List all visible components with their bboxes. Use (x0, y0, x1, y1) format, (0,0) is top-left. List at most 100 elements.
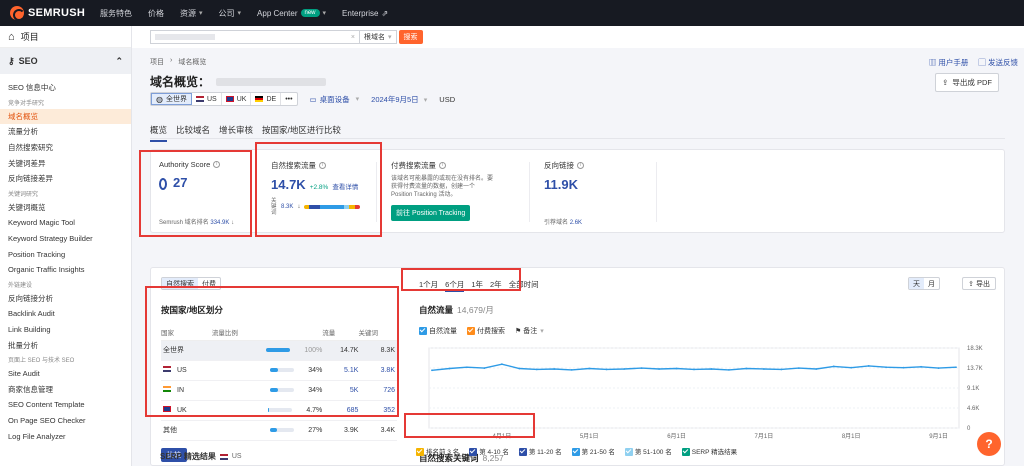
top-nav-item[interactable]: Enterprise ⇗ (342, 9, 388, 18)
sidebar-item[interactable]: Site Audit (0, 366, 131, 382)
sidebar-item[interactable]: Link Building (0, 322, 131, 338)
legend-item[interactable]: 第 11-20 名 (518, 446, 562, 457)
data-point[interactable] (466, 366, 468, 369)
sidebar-item[interactable]: 商家信息管理 (0, 382, 131, 398)
range-option[interactable]: 1个月 (419, 279, 438, 292)
device-select[interactable]: ▭ 桌面设备 ▾ (310, 94, 360, 105)
sidebar-item[interactable]: 反向链接差异 (0, 171, 131, 187)
go-position-tracking-button[interactable]: 前往 Position Tracking (391, 205, 471, 221)
data-point[interactable] (431, 369, 433, 372)
kpi-authority[interactable]: Authority Score i 27 Semrush 域名排名 334.9K … (151, 150, 256, 234)
range-option[interactable]: 2年 (490, 279, 502, 292)
data-point[interactable] (623, 368, 626, 370)
scope-select[interactable]: 根域名 ▾ (360, 30, 397, 44)
search-button[interactable]: 搜索 (398, 30, 423, 44)
legend-item[interactable]: ⚑ 备注 ▾ (515, 326, 544, 336)
view-details-link[interactable]: 查看详情 (332, 184, 358, 191)
sidebar-item[interactable]: On Page SEO Checker (0, 413, 131, 429)
sidebar-item[interactable]: 域名概览 (0, 108, 131, 125)
granularity-option[interactable]: 月 (924, 278, 939, 289)
keywords-cell[interactable]: 726 (358, 380, 397, 401)
sidebar-item[interactable]: Keyword Magic Tool (0, 215, 131, 231)
sidebar-seo-section[interactable]: ⚷ SEO ⌃ (0, 48, 131, 74)
data-point[interactable] (762, 368, 765, 370)
breadcrumb-projects[interactable]: 项目 (150, 57, 164, 67)
top-nav-item[interactable]: 价格 (148, 8, 164, 19)
range-option[interactable]: 全部时间 (509, 279, 539, 292)
top-nav-item[interactable]: 服务特色 (100, 8, 132, 19)
tab-item[interactable]: 按国家/地区进行比较 (262, 124, 341, 142)
traffic-cell[interactable]: 685 (322, 400, 359, 421)
tab-item[interactable]: 比较域名 (176, 124, 210, 142)
sidebar-item[interactable]: Keyword Strategy Builder (0, 231, 131, 247)
data-point[interactable] (483, 367, 486, 370)
range-option[interactable]: 1年 (471, 279, 483, 292)
data-point[interactable] (955, 366, 957, 369)
export-button[interactable]: ⇪ 导出 (962, 277, 996, 290)
data-point[interactable] (553, 368, 556, 370)
clear-icon[interactable]: × (351, 34, 355, 41)
sidebar-item[interactable]: 批量分析 (0, 337, 131, 353)
data-point[interactable] (675, 367, 678, 370)
table-row[interactable]: 全世界 100% 14.7K 8.3K (161, 340, 397, 361)
date-select[interactable]: 2024年9月5日 ▾ (371, 94, 427, 105)
data-point[interactable] (640, 367, 643, 370)
data-point[interactable] (570, 368, 573, 371)
domain-search-input[interactable]: × (150, 30, 360, 44)
feedback-link[interactable]: ▢ 发送反馈 (978, 57, 1018, 68)
kpi-organic-traffic[interactable]: 自然搜索流量 i 14.7K +2.8% 查看详情 关键词 8.3K ↓ (263, 150, 373, 234)
sidebar-item[interactable]: 反向链接分析 (0, 291, 131, 307)
database-option[interactable]: ••• (281, 93, 296, 105)
data-point[interactable] (710, 368, 713, 370)
search-type-option[interactable]: 自然搜索 (162, 278, 198, 289)
legend-item[interactable]: 付费搜索 (467, 326, 505, 336)
sidebar-item[interactable]: Backlink Audit (0, 306, 131, 322)
data-point[interactable] (500, 363, 503, 366)
export-pdf-button[interactable]: ⇪ 导出成 PDF (935, 73, 999, 92)
granularity-option[interactable]: 天 (909, 278, 924, 289)
table-row[interactable]: 其他 27% 3.9K 3.4K (161, 420, 397, 441)
sidebar-item[interactable]: SEO Content Template (0, 397, 131, 413)
help-fab-button[interactable]: ? (977, 432, 1001, 456)
data-point[interactable] (867, 365, 870, 367)
sidebar-item[interactable]: Organic Traffic Insights (0, 262, 131, 278)
legend-item[interactable]: 第 4-10 名 (469, 446, 509, 457)
data-point[interactable] (832, 365, 835, 368)
data-point[interactable] (920, 365, 922, 368)
data-point[interactable] (850, 366, 853, 369)
user-manual-link[interactable]: ▥ 用户手册 (929, 57, 969, 68)
data-point[interactable] (448, 367, 451, 370)
kpi-backlinks[interactable]: 反向链接 i 11.9K 引荐域名 2.6K (536, 150, 656, 234)
database-option[interactable]: DE (251, 93, 282, 105)
traffic-cell[interactable]: 5.1K (322, 360, 359, 381)
tab-item[interactable]: 增长审核 (219, 124, 253, 142)
data-point[interactable] (728, 368, 730, 371)
sidebar-item[interactable]: Log File Analyzer (0, 428, 131, 444)
legend-item[interactable]: 第 51-100 名 (624, 446, 672, 457)
data-point[interactable] (693, 368, 695, 371)
data-point[interactable] (902, 366, 905, 369)
sidebar-item[interactable]: SEO 信息中心 (0, 80, 131, 96)
tab-item[interactable]: 概览 (150, 124, 168, 142)
keywords-cell[interactable]: 3.8K (358, 360, 397, 381)
database-option[interactable]: US (192, 93, 222, 105)
table-row[interactable]: IN 34% 5K 726 (161, 380, 397, 401)
data-point[interactable] (797, 367, 800, 370)
legend-item[interactable]: 第 21-50 名 (571, 446, 615, 457)
table-row[interactable]: US 34% 5.1K 3.8K (161, 360, 397, 381)
data-point[interactable] (885, 366, 888, 369)
legend-item[interactable]: SERP 精选结果 (681, 446, 737, 457)
data-point[interactable] (745, 367, 748, 370)
top-nav-item[interactable]: 公司 ▾ (219, 8, 242, 19)
keywords-cell[interactable]: 352 (358, 400, 397, 421)
sidebar-item[interactable]: 关键词概览 (0, 200, 131, 216)
top-nav-item[interactable]: App Center new ▾ (257, 9, 326, 18)
data-point[interactable] (605, 368, 608, 371)
database-option[interactable]: UK (222, 93, 252, 105)
sidebar-item[interactable]: 关键词差异 (0, 155, 131, 171)
data-point[interactable] (658, 368, 660, 370)
data-point[interactable] (937, 367, 940, 370)
sidebar-projects[interactable]: ⌂ 项目 (0, 26, 131, 48)
traffic-cell[interactable]: 5K (322, 380, 359, 401)
sidebar-item[interactable]: 自然搜索研究 (0, 140, 131, 156)
